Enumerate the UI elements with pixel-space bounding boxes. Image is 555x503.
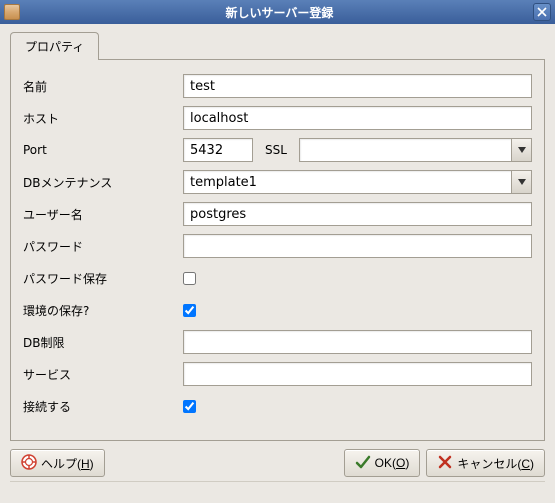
- close-icon: [537, 7, 547, 17]
- window-title: 新しいサーバー登録: [26, 4, 533, 21]
- dblimit-label: DB制限: [23, 334, 183, 351]
- saveenv-checkbox[interactable]: [183, 304, 196, 317]
- port-input[interactable]: [183, 138, 253, 162]
- password-input[interactable]: [183, 234, 532, 258]
- ssl-dropdown-button[interactable]: [511, 139, 531, 161]
- tab-bar: プロパティ: [10, 32, 545, 60]
- dblimit-input[interactable]: [183, 330, 532, 354]
- user-label: ユーザー名: [23, 206, 183, 223]
- host-label: ホスト: [23, 110, 183, 127]
- close-button[interactable]: [533, 3, 551, 21]
- ssl-select[interactable]: [299, 138, 532, 162]
- cancel-button[interactable]: キャンセル(C): [426, 449, 545, 477]
- help-label: ヘルプ(H): [41, 455, 94, 472]
- ok-label: OK(O): [375, 456, 410, 470]
- property-panel: 名前 ホスト Port SSL DBメンテナンス: [10, 59, 545, 441]
- chevron-down-icon: [518, 147, 526, 153]
- help-icon: [21, 454, 37, 473]
- savepw-checkbox[interactable]: [183, 272, 196, 285]
- help-button[interactable]: ヘルプ(H): [10, 449, 105, 477]
- chevron-down-icon: [518, 179, 526, 185]
- host-input[interactable]: [183, 106, 532, 130]
- password-label: パスワード: [23, 238, 183, 255]
- ok-icon: [355, 454, 371, 473]
- tab-property[interactable]: プロパティ: [10, 32, 99, 60]
- name-label: 名前: [23, 78, 183, 95]
- titlebar: 新しいサーバー登録: [0, 0, 555, 24]
- savepw-label: パスワード保存: [23, 270, 183, 287]
- dbmaint-value: template1: [184, 175, 511, 190]
- service-label: サービス: [23, 366, 183, 383]
- ok-button[interactable]: OK(O): [344, 449, 421, 477]
- connect-label: 接続する: [23, 398, 183, 415]
- service-input[interactable]: [183, 362, 532, 386]
- user-input[interactable]: [183, 202, 532, 226]
- name-input[interactable]: [183, 74, 532, 98]
- app-icon: [4, 4, 20, 20]
- dbmaint-dropdown-button[interactable]: [511, 171, 531, 193]
- port-label: Port: [23, 143, 183, 157]
- ssl-label: SSL: [265, 143, 287, 157]
- status-bar: [10, 481, 545, 497]
- dbmaint-label: DBメンテナンス: [23, 174, 183, 191]
- cancel-label: キャンセル(C): [457, 455, 534, 472]
- button-bar: ヘルプ(H) OK(O) キャンセル(C): [10, 449, 545, 477]
- cancel-icon: [437, 454, 453, 473]
- saveenv-label: 環境の保存?: [23, 302, 183, 319]
- dbmaint-select[interactable]: template1: [183, 170, 532, 194]
- connect-checkbox[interactable]: [183, 400, 196, 413]
